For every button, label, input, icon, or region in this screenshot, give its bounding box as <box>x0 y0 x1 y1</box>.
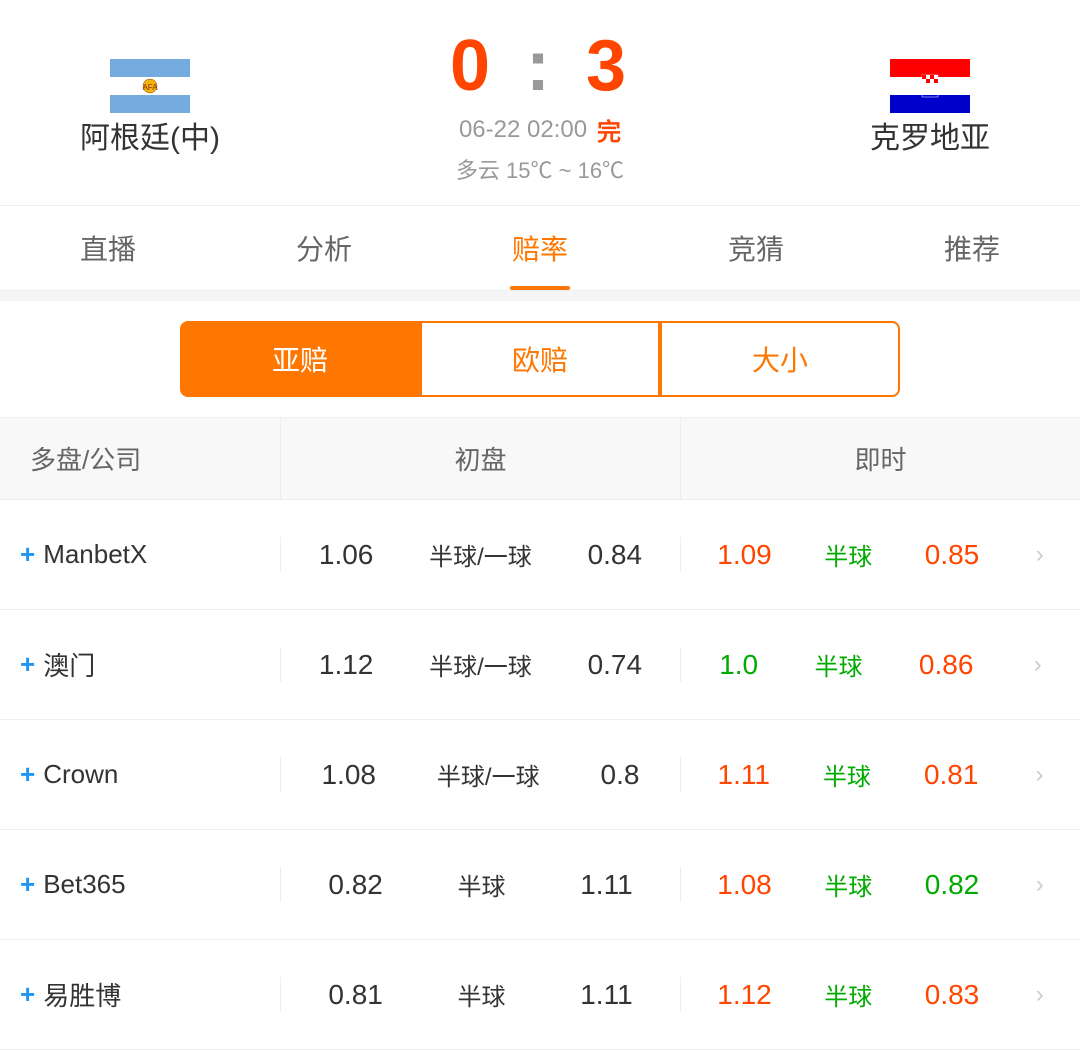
company-cell: + Crown <box>0 759 280 790</box>
header-initial: 初盘 <box>280 418 681 499</box>
realtime-cell: 1.08 半球 0.82 › <box>681 867 1080 902</box>
rt-mid: 半球 <box>823 757 871 792</box>
team-left-name: 阿根廷(中) <box>80 113 220 157</box>
realtime-cell: 1.09 半球 0.85 › <box>681 537 1080 572</box>
tab-recommend[interactable]: 推荐 <box>864 206 1080 290</box>
divider <box>0 291 1080 301</box>
rt-mid: 半球 <box>824 867 872 902</box>
initial-mid: 半球/一球 <box>429 537 532 572</box>
rt-left: 1.12 <box>717 979 772 1011</box>
rt-left: 1.09 <box>717 539 772 571</box>
odds-rows: + ManbetX 1.06 半球/一球 0.84 1.09 半球 0.85 ›… <box>0 500 1080 1050</box>
initial-right: 0.84 <box>588 539 643 571</box>
header-company: 多盘/公司 <box>0 418 280 499</box>
initial-right: 0.74 <box>588 649 643 681</box>
odds-table-header: 多盘/公司 初盘 即时 <box>0 417 1080 500</box>
company-name: Bet365 <box>43 869 125 900</box>
company-cell: + 易胜博 <box>0 976 280 1013</box>
company-name: Crown <box>43 759 118 790</box>
score-left: 0 <box>450 26 494 106</box>
initial-left: 1.12 <box>319 649 374 681</box>
score-colon: : <box>526 26 554 106</box>
sub-tab-european[interactable]: 欧赔 <box>420 321 660 397</box>
realtime-cell: 1.11 半球 0.81 › <box>681 757 1080 792</box>
table-row[interactable]: + 易胜博 0.81 半球 1.11 1.12 半球 0.83 › <box>0 940 1080 1050</box>
initial-left: 0.81 <box>328 979 383 1011</box>
match-date: 06-22 02:00 <box>459 116 587 144</box>
score-right: 3 <box>586 26 630 106</box>
company-cell: + 澳门 <box>0 646 280 683</box>
initial-cell: 0.81 半球 1.11 <box>280 977 681 1012</box>
rt-right: 0.81 <box>924 759 979 791</box>
flag-croatia <box>890 59 970 113</box>
company-cell: + Bet365 <box>0 869 280 900</box>
sub-tab-asian[interactable]: 亚赔 <box>180 321 420 397</box>
company-cell: + ManbetX <box>0 539 280 570</box>
company-name: 澳门 <box>43 646 95 683</box>
rt-mid: 半球 <box>824 977 872 1012</box>
row-arrow-icon[interactable]: › <box>1036 541 1044 569</box>
expand-icon[interactable]: + <box>20 539 35 570</box>
initial-mid: 半球 <box>458 867 506 902</box>
expand-icon[interactable]: + <box>20 649 35 680</box>
team-right: 克罗地亚 <box>800 59 1060 157</box>
tab-live[interactable]: 直播 <box>0 206 216 290</box>
rt-mid: 半球 <box>815 647 863 682</box>
initial-cell: 1.12 半球/一球 0.74 <box>280 647 681 682</box>
initial-right: 0.8 <box>601 759 640 791</box>
rt-right: 0.83 <box>925 979 980 1011</box>
sub-tabs: 亚赔 欧赔 大小 <box>0 301 1080 417</box>
rt-left: 1.08 <box>717 869 772 901</box>
rt-right: 0.82 <box>925 869 980 901</box>
team-right-name: 克罗地亚 <box>870 113 990 157</box>
match-header: AFA 阿根廷(中) 0 : 3 06-22 02:00 完 多云 15℃ ~ … <box>0 0 1080 206</box>
row-arrow-icon[interactable]: › <box>1036 871 1044 899</box>
flag-argentina: AFA <box>110 59 190 113</box>
initial-left: 1.08 <box>321 759 376 791</box>
rt-right: 0.85 <box>925 539 980 571</box>
header-realtime: 即时 <box>681 418 1080 499</box>
match-status: 完 <box>597 112 621 147</box>
team-left: AFA 阿根廷(中) <box>20 59 280 157</box>
row-arrow-icon[interactable]: › <box>1035 761 1043 789</box>
initial-cell: 1.06 半球/一球 0.84 <box>280 537 681 572</box>
tab-odds[interactable]: 赔率 <box>432 206 648 290</box>
row-arrow-icon[interactable]: › <box>1034 651 1042 679</box>
table-row[interactable]: + Bet365 0.82 半球 1.11 1.08 半球 0.82 › <box>0 830 1080 940</box>
initial-right: 1.11 <box>580 979 632 1011</box>
initial-cell: 1.08 半球/一球 0.8 <box>280 757 681 792</box>
match-weather: 多云 15℃ ~ 16℃ <box>456 153 624 185</box>
company-name: 易胜博 <box>43 976 121 1013</box>
realtime-cell: 1.0 半球 0.86 › <box>681 647 1080 682</box>
row-arrow-icon[interactable]: › <box>1036 981 1044 1009</box>
svg-text:AFA: AFA <box>142 83 158 92</box>
table-row[interactable]: + 澳门 1.12 半球/一球 0.74 1.0 半球 0.86 › <box>0 610 1080 720</box>
initial-mid: 半球 <box>458 977 506 1012</box>
expand-icon[interactable]: + <box>20 759 35 790</box>
main-tabs: 直播 分析 赔率 竞猜 推荐 <box>0 206 1080 291</box>
initial-cell: 0.82 半球 1.11 <box>280 867 681 902</box>
expand-icon[interactable]: + <box>20 979 35 1010</box>
initial-mid: 半球/一球 <box>437 757 540 792</box>
initial-mid: 半球/一球 <box>429 647 532 682</box>
initial-right: 1.11 <box>580 869 632 901</box>
match-score: 0 : 3 <box>450 30 630 102</box>
initial-left: 0.82 <box>328 869 383 901</box>
rt-mid: 半球 <box>824 537 872 572</box>
rt-left: 1.0 <box>719 649 758 681</box>
match-datetime: 06-22 02:00 完 <box>459 112 621 147</box>
company-name: ManbetX <box>43 539 147 570</box>
table-row[interactable]: + ManbetX 1.06 半球/一球 0.84 1.09 半球 0.85 › <box>0 500 1080 610</box>
tab-predict[interactable]: 竞猜 <box>648 206 864 290</box>
rt-left: 1.11 <box>718 759 770 791</box>
sub-tab-size[interactable]: 大小 <box>660 321 900 397</box>
tab-analysis[interactable]: 分析 <box>216 206 432 290</box>
match-center: 0 : 3 06-22 02:00 完 多云 15℃ ~ 16℃ <box>280 30 800 185</box>
expand-icon[interactable]: + <box>20 869 35 900</box>
table-row[interactable]: + Crown 1.08 半球/一球 0.8 1.11 半球 0.81 › <box>0 720 1080 830</box>
initial-left: 1.06 <box>319 539 374 571</box>
rt-right: 0.86 <box>919 649 974 681</box>
realtime-cell: 1.12 半球 0.83 › <box>681 977 1080 1012</box>
